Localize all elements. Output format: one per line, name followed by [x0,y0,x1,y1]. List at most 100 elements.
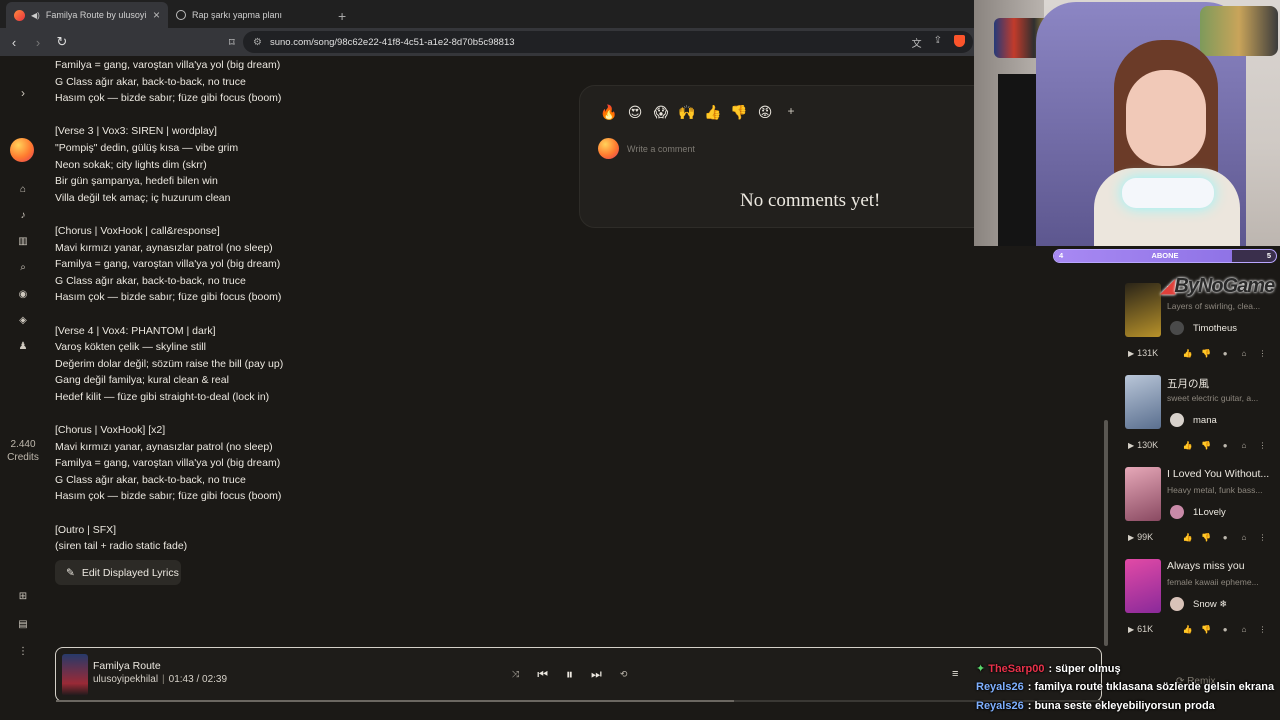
repeat-icon[interactable]: ⟲ [620,669,628,680]
fire-icon[interactable]: 🔥 [600,104,618,121]
share-icon[interactable]: ⇪ [934,35,942,50]
song-thumbnail[interactable] [1125,283,1161,337]
more-icon[interactable]: ⋮ [1253,349,1272,358]
speaker-icon: ◀) [31,10,40,20]
pause-icon[interactable]: ⏸ [566,666,573,683]
more-icon[interactable]: ⋮ [16,646,30,657]
tab-rap-plan[interactable]: Rap şarkı yapma planı [168,2,328,28]
song-title[interactable]: I Loved You Without... [1167,468,1272,480]
lyric-line: Hedef kilit — füze gibi straight-to-deal… [55,390,270,403]
related-song-item[interactable]: I Loved You Without... Heavy metal, funk … [1120,459,1272,551]
avatar[interactable] [10,138,34,162]
comment-icon[interactable]: ● [1216,625,1235,634]
play-icon[interactable]: ▶ [1128,533,1134,542]
bookmark-icon[interactable]: ⌑ [229,36,235,49]
music-note-icon[interactable]: ♪ [16,210,30,221]
song-author[interactable]: Snow ❄ [1193,599,1227,610]
shuffle-icon[interactable]: ⤨ [512,669,519,680]
chat-username: Reyals26 [976,681,1024,693]
lyric-line: G Class ağır akar, back-to-back, no truc… [55,75,246,88]
gift-icon[interactable]: ⊞ [16,591,30,602]
trash-icon[interactable]: ⌂ [1234,441,1253,450]
like-icon[interactable]: 👍 [1178,625,1197,634]
back-icon[interactable]: ‹ [4,35,24,50]
add-reaction-icon[interactable]: + [782,104,800,121]
song-thumbnail[interactable] [1125,559,1161,613]
suno-favicon-icon [14,9,25,21]
more-icon[interactable]: ⋮ [1253,533,1272,542]
song-thumbnail[interactable] [1125,375,1161,429]
previous-icon[interactable]: ⏮ [537,667,548,682]
tab-familya-route[interactable]: ◀) Familya Route by ulusoyipekhi × [6,2,168,28]
radio-icon[interactable]: ◉ [16,289,30,300]
related-song-item[interactable]: Always miss you female kawaii epheme... Sn… [1120,551,1272,643]
queue-icon[interactable]: ≡ [952,668,958,680]
close-tab-icon[interactable]: × [153,8,160,22]
song-title[interactable]: 五月の風 [1167,376,1272,391]
document-icon[interactable]: ▤ [16,619,30,630]
more-icon[interactable]: ⋮ [1253,625,1272,634]
forward-icon[interactable]: › [28,35,48,50]
next-icon[interactable]: ⏭ [591,667,602,682]
comment-input-row[interactable]: Write a comment [598,138,695,159]
play-icon[interactable]: ▶ [1128,625,1134,634]
chevron-right-icon[interactable]: › [16,86,30,100]
playback-progress[interactable] [56,700,1103,702]
trash-icon[interactable]: ⌂ [1234,625,1253,634]
brave-shield-icon[interactable] [954,34,965,47]
play-icon[interactable]: ▶ [1128,349,1134,358]
angry-icon[interactable]: 😡 [756,104,774,121]
home-icon[interactable]: ⌂ [16,184,30,195]
address-bar[interactable]: ⌑ ⚙ suno.com/song/98c62e22-41f8-4c51-a1e… [229,31,973,53]
trash-icon[interactable]: ⌂ [1234,349,1253,358]
scrollbar[interactable] [1104,420,1108,646]
translate-icon[interactable]: 文 [912,35,922,50]
raised-hands-icon[interactable]: 🙌 [678,104,696,121]
dislike-icon[interactable]: 👎 [1197,349,1216,358]
reload-icon[interactable]: ↻ [52,34,72,50]
play-icon[interactable]: ▶ [1128,441,1134,450]
dislike-icon[interactable]: 👎 [1197,441,1216,450]
new-tab-icon[interactable]: + [328,8,356,28]
microphone [1122,178,1214,208]
thumbs-down-icon[interactable]: 👎 [730,104,748,121]
bell-icon[interactable]: ♟ [16,341,30,352]
song-author[interactable]: Timotheus [1193,323,1237,334]
player-artist[interactable]: ulusoyipekhilal [93,674,158,685]
edit-lyrics-button[interactable]: ✎ Edit Displayed Lyrics [55,560,181,585]
song-author[interactable]: mana [1193,415,1217,426]
no-comments-text: No comments yet! [740,190,881,211]
lyric-line: [Verse 3 | Vox3: SIREN | wordplay] [55,125,217,138]
comment-icon[interactable]: ● [1216,441,1235,450]
song-title[interactable]: Always miss you [1167,560,1272,572]
scream-icon[interactable]: 😱 [652,104,670,121]
comment-icon[interactable]: ● [1216,349,1235,358]
search-icon[interactable]: ⌕ [16,262,30,273]
dislike-icon[interactable]: 👎 [1197,533,1216,542]
avatar[interactable] [1170,505,1184,519]
url-text[interactable]: suno.com/song/98c62e22-41f8-4c51-a1e2-8d… [270,37,515,48]
credits-counter[interactable]: 2.440 Credits [2,438,44,464]
avatar[interactable] [1170,321,1184,335]
song-author[interactable]: 1Lovely [1193,507,1226,518]
like-icon[interactable]: 👍 [1178,349,1197,358]
like-icon[interactable]: 👍 [1178,441,1197,450]
avatar[interactable] [1170,413,1184,427]
related-song-item[interactable]: 五月の風 sweet electric guitar, a... mana ▶ 130K… [1120,367,1272,459]
more-icon[interactable]: ⋮ [1253,441,1272,450]
explore-icon[interactable]: ◈ [16,315,30,326]
lyric-line [55,206,475,223]
library-icon[interactable]: ▥ [16,236,30,247]
album-art[interactable] [62,654,88,696]
trash-icon[interactable]: ⌂ [1234,533,1253,542]
comment-input[interactable]: Write a comment [627,144,695,154]
song-thumbnail[interactable] [1125,467,1161,521]
thumbs-up-icon[interactable]: 👍 [704,104,722,121]
site-info-icon[interactable]: ⚙ [253,37,262,48]
heart-eyes-icon[interactable]: 😍 [626,104,644,121]
dislike-icon[interactable]: 👎 [1197,625,1216,634]
player-title[interactable]: Familya Route [93,660,161,672]
avatar[interactable] [1170,597,1184,611]
comment-icon[interactable]: ● [1216,533,1235,542]
like-icon[interactable]: 👍 [1178,533,1197,542]
